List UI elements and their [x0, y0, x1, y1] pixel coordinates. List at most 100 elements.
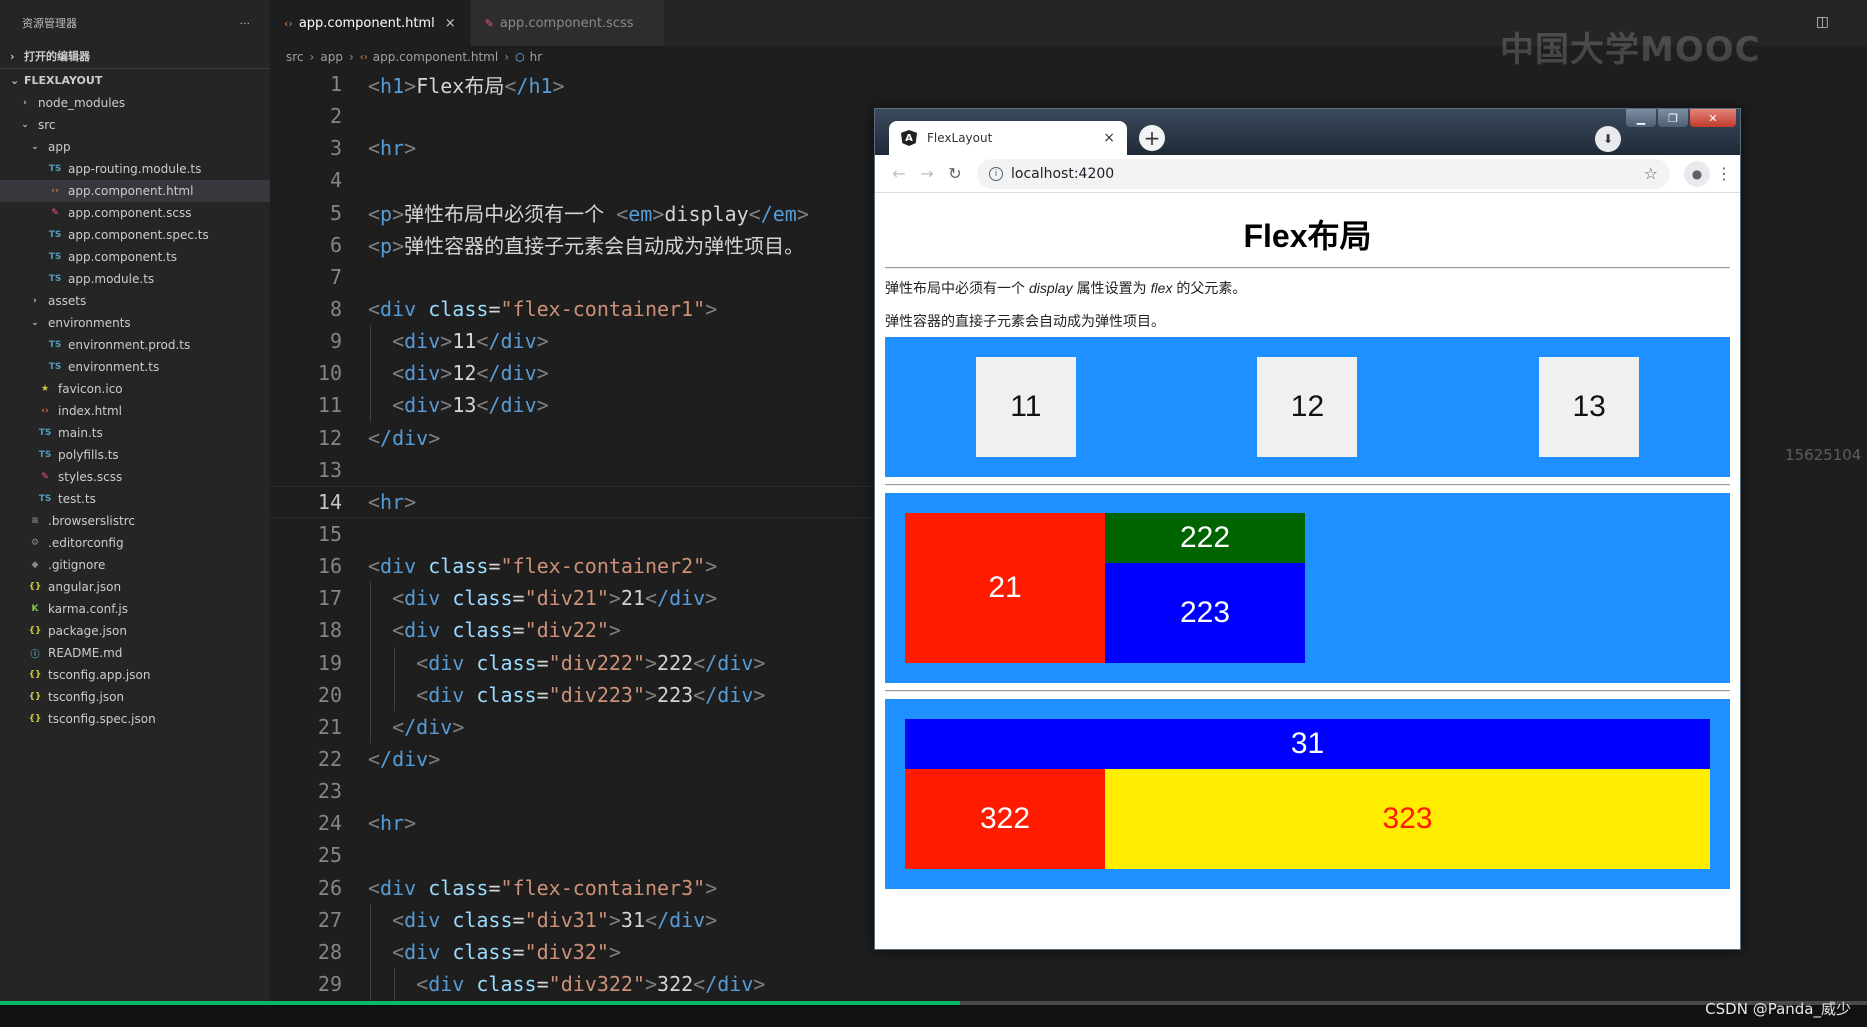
code-text: <div class="div322">322</div> — [416, 972, 766, 996]
tree-item[interactable]: ⌄ src — [0, 114, 270, 136]
mooc-logo: 中国大学MOOC — [1500, 30, 1761, 70]
open-editors-section[interactable]: › 打开的编辑器 — [0, 44, 270, 68]
tree-item[interactable]: ✎ app.component.scss — [0, 202, 270, 224]
reload-icon[interactable]: ↻ — [941, 164, 969, 183]
div322: 322 — [905, 769, 1105, 869]
json-file-icon: {} — [28, 714, 42, 724]
tree-item-label: .browserslistrc — [48, 514, 135, 528]
line-number: 12 — [317, 425, 342, 450]
line-number: 29 — [317, 972, 342, 996]
chevron-right-icon: › — [23, 98, 27, 108]
tree-item[interactable]: ✎ styles.scss — [0, 466, 270, 488]
breadcrumb-item[interactable]: app.component.html — [373, 50, 498, 64]
video-control-bar — [0, 1005, 1867, 1027]
line-number: 6 — [329, 232, 342, 257]
tree-item-label: .gitignore — [48, 558, 106, 572]
file-tree: › node_modules ⌄ src ⌄ app TS app-routing.modul… — [0, 92, 270, 730]
flex-container-3: 31 322 323 — [885, 699, 1730, 889]
paragraph-2: 弹性容器的直接子元素会自动成为弹性项目。 — [885, 313, 1165, 329]
tree-item[interactable]: {} tsconfig.app.json — [0, 664, 270, 686]
tab-app-component-html[interactable]: ‹› app.component.html × — [270, 0, 471, 46]
tree-item-label: environment.prod.ts — [68, 338, 191, 352]
back-arrow-icon[interactable]: ← — [885, 164, 913, 183]
tree-item-label: assets — [48, 294, 87, 308]
breadcrumb-item[interactable]: app — [320, 50, 343, 64]
breadcrumb-item[interactable]: hr — [530, 50, 543, 64]
browser-toolbar: ← → ↻ i localhost:4200 ☆ ● ⋮ — [875, 155, 1740, 193]
code-text: <hr> — [368, 489, 417, 514]
code-line[interactable]: 1 <h1>Flex布局</h1> — [270, 68, 1867, 100]
tab-app-component-scss[interactable]: ✎ app.component.scss — [470, 0, 665, 46]
tree-item[interactable]: › assets — [0, 290, 270, 312]
line-number: 8 — [329, 297, 342, 322]
tree-item-label: karma.conf.js — [48, 602, 128, 616]
tree-item-label: src — [38, 118, 56, 132]
tree-item[interactable]: ⓘ README.md — [0, 642, 270, 664]
account-icon[interactable]: ● — [1684, 160, 1710, 187]
split-editor-icon[interactable]: ◫ — [1816, 14, 1829, 30]
explorer-more-icon[interactable]: ··· — [240, 17, 251, 30]
bookmark-star-icon[interactable]: ☆ — [1644, 164, 1658, 183]
tree-item-label: main.ts — [58, 426, 103, 440]
tree-item[interactable]: ≡ .browserslistrc — [0, 510, 270, 532]
tree-item[interactable]: ◆ .gitignore — [0, 554, 270, 576]
tree-item[interactable]: TS app.module.ts — [0, 268, 270, 290]
browser-tab[interactable]: A FlexLayout × — [889, 121, 1127, 155]
close-icon[interactable]: × — [445, 16, 456, 31]
new-tab-button[interactable]: + — [1139, 125, 1165, 151]
breadcrumb-item[interactable]: src — [286, 50, 304, 64]
tree-item[interactable]: TS app.component.ts — [0, 246, 270, 268]
line-number: 3 — [329, 136, 342, 161]
tree-item[interactable]: TS test.ts — [0, 488, 270, 510]
tree-item[interactable]: TS polyfills.ts — [0, 444, 270, 466]
tree-item[interactable]: {} tsconfig.spec.json — [0, 708, 270, 730]
tree-item[interactable]: ‹› index.html — [0, 400, 270, 422]
tree-item[interactable]: ‹› app.component.html — [0, 180, 270, 202]
tree-item[interactable]: {} package.json — [0, 620, 270, 642]
forward-arrow-icon[interactable]: → — [913, 164, 941, 183]
tree-item[interactable]: › node_modules — [0, 92, 270, 114]
tab-label: app.component.scss — [499, 15, 634, 31]
close-icon[interactable]: × — [1103, 130, 1115, 146]
tree-item[interactable]: ⚙ .editorconfig — [0, 532, 270, 554]
chevron-down-icon: ⌄ — [21, 120, 29, 130]
scss-file-icon: ✎ — [51, 208, 59, 218]
tree-item[interactable]: TS main.ts — [0, 422, 270, 444]
tree-item[interactable]: {} tsconfig.json — [0, 686, 270, 708]
minimize-button[interactable]: ▁ — [1626, 109, 1656, 127]
maximize-button[interactable]: ❐ — [1658, 109, 1688, 127]
tree-item[interactable]: TS environment.prod.ts — [0, 334, 270, 356]
code-text: </div> — [368, 747, 441, 772]
tree-item[interactable]: Kkarma.conf.js — [0, 598, 270, 620]
p1-text-mid: 属性设置为 — [1076, 280, 1147, 296]
minimap[interactable] — [1747, 46, 1867, 1027]
tree-item[interactable]: ⌄ app — [0, 136, 270, 158]
download-icon[interactable]: ⬇ — [1595, 126, 1621, 152]
code-text: <div class="flex-container3"> — [368, 875, 718, 900]
div32: 322 323 — [905, 769, 1710, 869]
window-close-button[interactable]: ✕ — [1690, 109, 1736, 127]
tree-item[interactable]: TS app.component.spec.ts — [0, 224, 270, 246]
code-text: <div class="div32"> — [392, 939, 621, 964]
div222: 222 — [1105, 513, 1305, 563]
favicon-star-icon: ★ — [40, 384, 50, 394]
tree-item[interactable]: {} angular.json — [0, 576, 270, 598]
tree-item[interactable]: TS environment.ts — [0, 356, 270, 378]
code-text: <div>13</div> — [392, 393, 549, 418]
address-bar[interactable]: i localhost:4200 ☆ — [977, 158, 1670, 189]
tree-item[interactable]: ⌄ environments — [0, 312, 270, 334]
kebab-menu-icon[interactable]: ⋮ — [1716, 164, 1732, 183]
tree-item[interactable]: ★ favicon.ico — [0, 378, 270, 400]
project-section[interactable]: ⌄ FLEXLAYOUT — [0, 68, 270, 92]
tree-item[interactable]: TS app-routing.module.ts — [0, 158, 270, 180]
chevron-right-icon: › — [33, 296, 37, 306]
code-line[interactable]: 29 <div class="div322">322</div> — [270, 967, 1867, 1001]
info-icon[interactable]: i — [989, 166, 1003, 181]
flex-container-2: 21 222 223 — [885, 493, 1730, 683]
tree-item-label: index.html — [58, 404, 122, 418]
line-number: 1 — [329, 72, 342, 97]
tree-item-label: README.md — [48, 646, 123, 660]
angular-logo-icon: A — [901, 130, 917, 146]
code-text: <div class="div31">31</div> — [392, 907, 718, 932]
tree-item-label: angular.json — [48, 580, 122, 594]
